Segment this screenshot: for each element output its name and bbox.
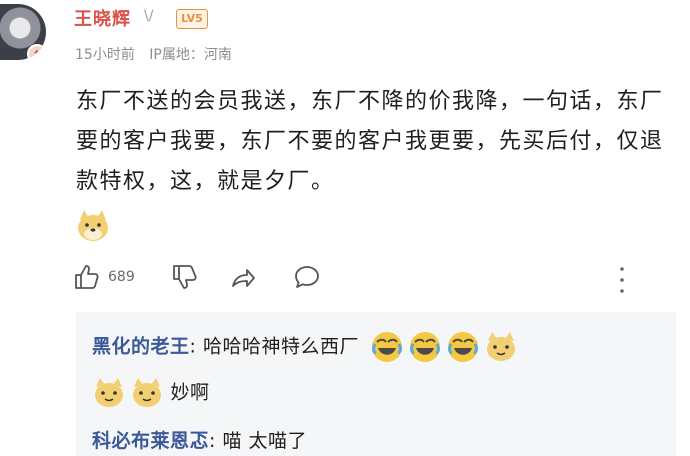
reply-text: 喵 太喵了	[222, 430, 308, 452]
reply-author[interactable]: 黑化的老王	[92, 336, 190, 358]
ip-location: IP属地：河南	[149, 47, 232, 63]
reply-text: 哈哈哈神特么西厂	[202, 335, 359, 358]
level-badge: LV5	[176, 9, 208, 29]
laugh-cry-emoji-icon	[446, 330, 480, 364]
cat-emoji-icon	[484, 330, 518, 364]
doge-emoji-icon	[75, 208, 111, 244]
post-content: 东厂不送的会员我送，东厂不降的价我降，一句话，东厂要的客户我要，东厂不要的客户我…	[76, 89, 664, 194]
reply-item[interactable]: 科必布莱恩忑: 喵 太喵了	[92, 426, 307, 453]
thumbs-down-icon	[173, 265, 197, 289]
gender-icon: \/	[144, 8, 154, 24]
reply-text: 妙啊	[170, 381, 210, 404]
cat-emoji-icon	[130, 376, 164, 410]
reply-item[interactable]: 妙啊	[92, 376, 210, 410]
reply-colon: :	[209, 430, 223, 452]
like-count: 689	[108, 269, 135, 285]
avatar-badge-icon: ✦	[27, 44, 46, 60]
more-options-icon[interactable]	[620, 266, 624, 294]
like-button[interactable]: 689	[72, 262, 135, 296]
laugh-cry-emoji-icon	[370, 330, 404, 364]
post-meta: 15小时前 IP属地：河南	[75, 44, 232, 64]
comment-button[interactable]	[292, 262, 322, 296]
reply-colon: :	[189, 335, 203, 358]
share-icon	[232, 269, 255, 287]
username[interactable]: 王晓辉	[74, 5, 131, 31]
action-bar: 689	[72, 262, 672, 296]
reply-author[interactable]: 科必布莱恩忑	[92, 430, 209, 452]
reply-list[interactable]: 黑化的老王: 哈哈哈神特么西厂 妙啊 科必布莱恩忑: 喵 太喵了	[76, 312, 676, 456]
cat-emoji-icon	[92, 376, 126, 410]
reply-item[interactable]: 黑化的老王: 哈哈哈神特么西厂	[92, 330, 518, 364]
avatar[interactable]: ✦	[0, 4, 46, 60]
comment-screen: ✦ 王晓辉 \/ LV5 15小时前 IP属地：河南 东厂不送的会员我送，东厂不…	[0, 0, 690, 456]
comment-icon	[295, 266, 319, 288]
thumbs-up-icon	[75, 265, 99, 289]
share-button[interactable]	[228, 262, 258, 296]
laugh-cry-emoji-icon	[408, 330, 442, 364]
dislike-button[interactable]	[170, 262, 200, 296]
post-time: 15小时前	[75, 47, 135, 63]
